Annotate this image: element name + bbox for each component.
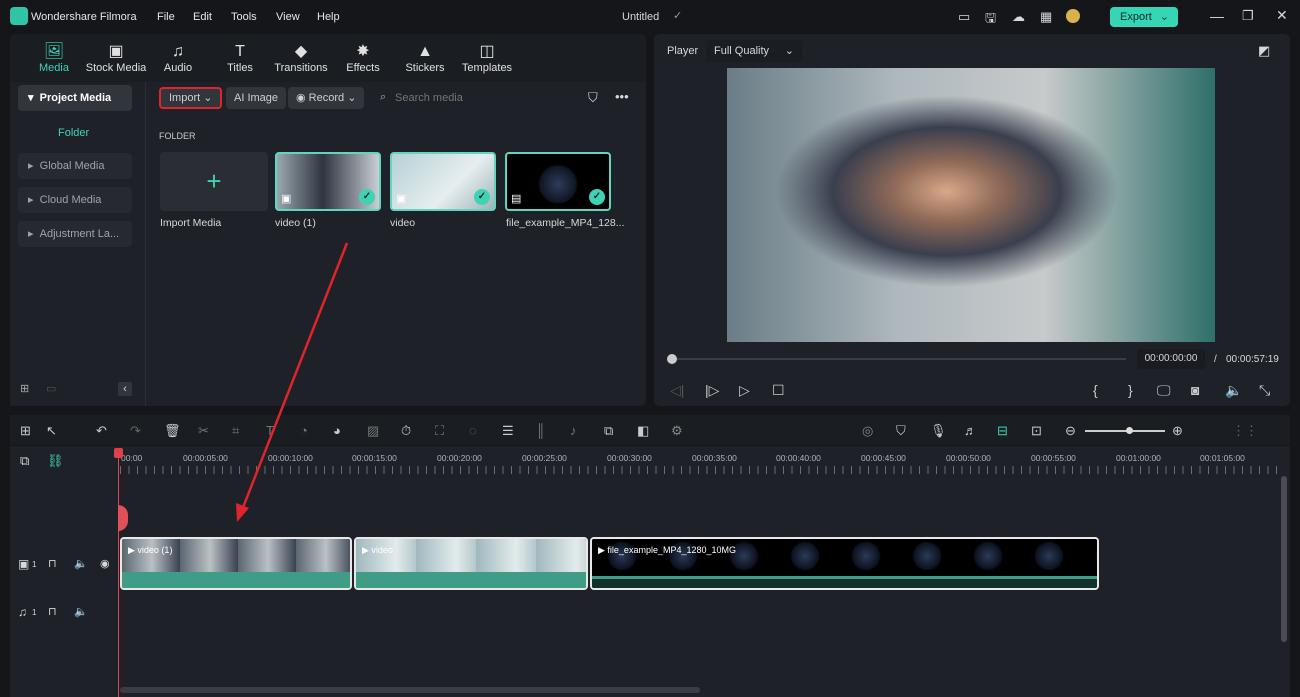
annotation-arrow [236, 242, 349, 522]
